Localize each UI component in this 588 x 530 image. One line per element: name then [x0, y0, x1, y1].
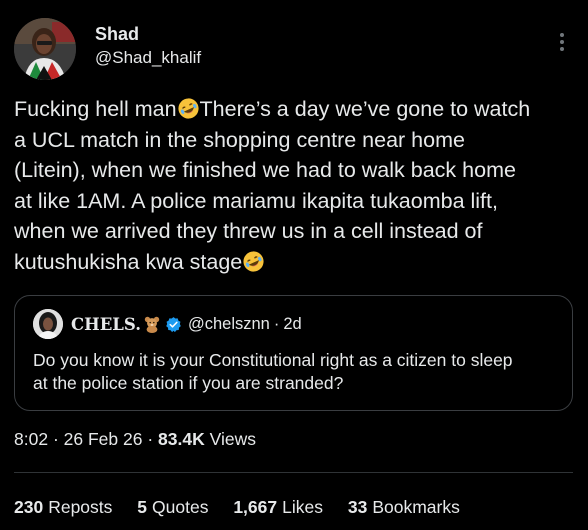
bookmarks-stat[interactable]: 33 Bookmarks: [348, 497, 460, 518]
likes-label: Likes: [282, 497, 323, 517]
reposts-count: 230: [14, 497, 44, 517]
more-vertical-icon[interactable]: [554, 30, 570, 54]
rolling-on-floor-laughing-emoji-icon: [242, 250, 265, 273]
rolling-on-floor-laughing-emoji-icon: [177, 97, 200, 120]
teddy-bear-emoji-icon: [143, 315, 161, 333]
author-name[interactable]: Shad: [95, 24, 139, 45]
quoted-author-avatar[interactable]: [33, 309, 63, 339]
separator-dot: ·: [52, 429, 59, 449]
separator-dot: ·: [273, 314, 280, 333]
post-date[interactable]: 26 Feb 26: [64, 429, 143, 449]
quoted-post-text: Do you know it is your Constitutional ri…: [33, 350, 513, 393]
quoted-post-header: CHELS. @chelsznn · 2d: [71, 313, 302, 335]
separator-dot: ·: [147, 429, 154, 449]
bookmarks-count: 33: [347, 497, 368, 517]
quotes-stat[interactable]: 5 Quotes: [137, 497, 208, 518]
quotes-label: Quotes: [152, 497, 209, 517]
quoted-post-time[interactable]: 2d: [283, 315, 301, 334]
bookmarks-label: Bookmarks: [372, 497, 460, 517]
post-time[interactable]: 8:02: [14, 429, 48, 449]
likes-stat[interactable]: 1,667 Likes: [233, 497, 323, 518]
post-meta: 8:02 · 26 Feb 26 · 83.4K Views: [14, 429, 256, 450]
quotes-count: 5: [137, 497, 148, 517]
post-text: Fucking hell man There’s a day we’ve gone…: [14, 94, 579, 277]
post-text-part: Fucking hell man: [14, 97, 177, 121]
reposts-label: Reposts: [48, 497, 113, 517]
likes-count: 1,667: [233, 497, 278, 517]
verified-badge-icon: [165, 316, 182, 333]
engagement-stats: 230 Reposts 5 Quotes 1,667 Likes 33 Bookmark…: [14, 497, 480, 518]
divider: [14, 472, 573, 473]
quoted-post-card[interactable]: CHELS. @chelsznn · 2d Do you know it is …: [14, 295, 573, 411]
author-avatar[interactable]: [14, 18, 76, 80]
reposts-stat[interactable]: 230 Reposts: [14, 497, 112, 518]
post-text-part: There’s a day we’ve gone to watch a UCL …: [14, 97, 531, 274]
quoted-author-name[interactable]: CHELS.: [71, 315, 141, 334]
author-handle[interactable]: @Shad_khalif: [95, 48, 201, 68]
views-count: 83.4K: [158, 429, 205, 449]
quoted-author-handle[interactable]: @chelsznn: [188, 315, 270, 334]
views-label: Views: [209, 429, 256, 449]
